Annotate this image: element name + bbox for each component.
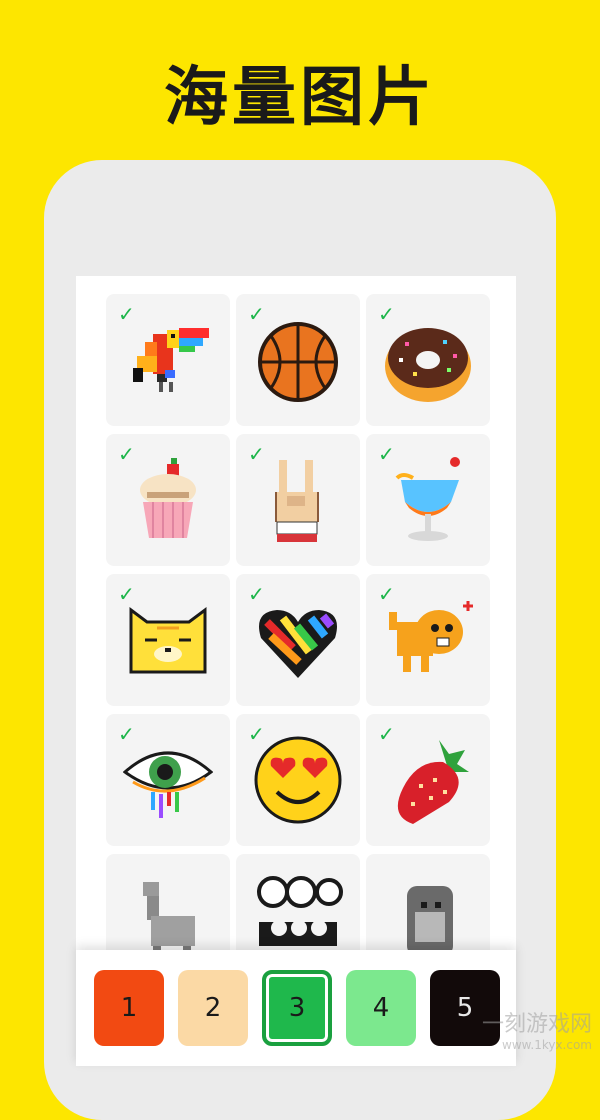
donut-pixel-art xyxy=(385,328,471,402)
watermark-text: 一刻游戏网 xyxy=(481,1012,592,1037)
color-swatch-3[interactable]: 3 xyxy=(262,970,332,1046)
app-screen: ✓ ✓ ✓ ✓ ✓ ✓ ✓ ✓ ✓ ✓ ✓ ✓ xyxy=(76,276,516,1066)
picture-card-cupcake[interactable]: ✓ xyxy=(106,434,230,566)
cat-face-pixel-art xyxy=(129,607,207,674)
heart-eyes-emoji-pixel-art xyxy=(254,736,342,824)
cocktail-pixel-art xyxy=(395,457,460,541)
toucan-pixel-art xyxy=(133,328,209,392)
strawberry-pixel-art xyxy=(397,740,469,824)
rainbow-eye-pixel-art xyxy=(123,751,213,818)
rainbow-heart-pixel-art xyxy=(259,610,337,678)
color-swatch-2[interactable]: 2 xyxy=(178,970,248,1046)
picture-card-heart-eyes-emoji[interactable]: ✓ xyxy=(236,714,360,846)
cupcake-pixel-art xyxy=(140,458,196,538)
color-number-label: 4 xyxy=(372,993,390,1023)
color-palette: 1 2 3 4 5 xyxy=(76,950,516,1066)
watermark-url: www.1kyx.com xyxy=(502,1038,592,1052)
picture-card-basketball[interactable]: ✓ xyxy=(236,294,360,426)
picture-card-angry-cat[interactable]: ✓ xyxy=(366,574,490,706)
picture-card-rainbow-eye[interactable]: ✓ xyxy=(106,714,230,846)
picture-card-rock-hand[interactable]: ✓ xyxy=(236,434,360,566)
color-number-label: 5 xyxy=(456,993,474,1023)
color-number-label: 3 xyxy=(288,993,306,1023)
site-watermark: 一刻游戏网 www.1kyx.com xyxy=(482,1006,592,1052)
color-swatch-1[interactable]: 1 xyxy=(94,970,164,1046)
color-swatch-4[interactable]: 4 xyxy=(346,970,416,1046)
picture-card-cat-face[interactable]: ✓ xyxy=(106,574,230,706)
page-headline: 海量图片 xyxy=(164,61,436,135)
picture-card-cocktail[interactable]: ✓ xyxy=(366,434,490,566)
angry-cat-pixel-art xyxy=(389,601,473,672)
basketball-pixel-art xyxy=(258,322,338,402)
picture-card-rainbow-heart[interactable]: ✓ xyxy=(236,574,360,706)
picture-card-strawberry[interactable]: ✓ xyxy=(366,714,490,846)
color-number-label: 2 xyxy=(204,993,222,1023)
rock-hand-pixel-art xyxy=(275,460,319,542)
color-number-label: 1 xyxy=(120,993,138,1023)
picture-card-donut[interactable]: ✓ xyxy=(366,294,490,426)
picture-card-toucan[interactable]: ✓ xyxy=(106,294,230,426)
